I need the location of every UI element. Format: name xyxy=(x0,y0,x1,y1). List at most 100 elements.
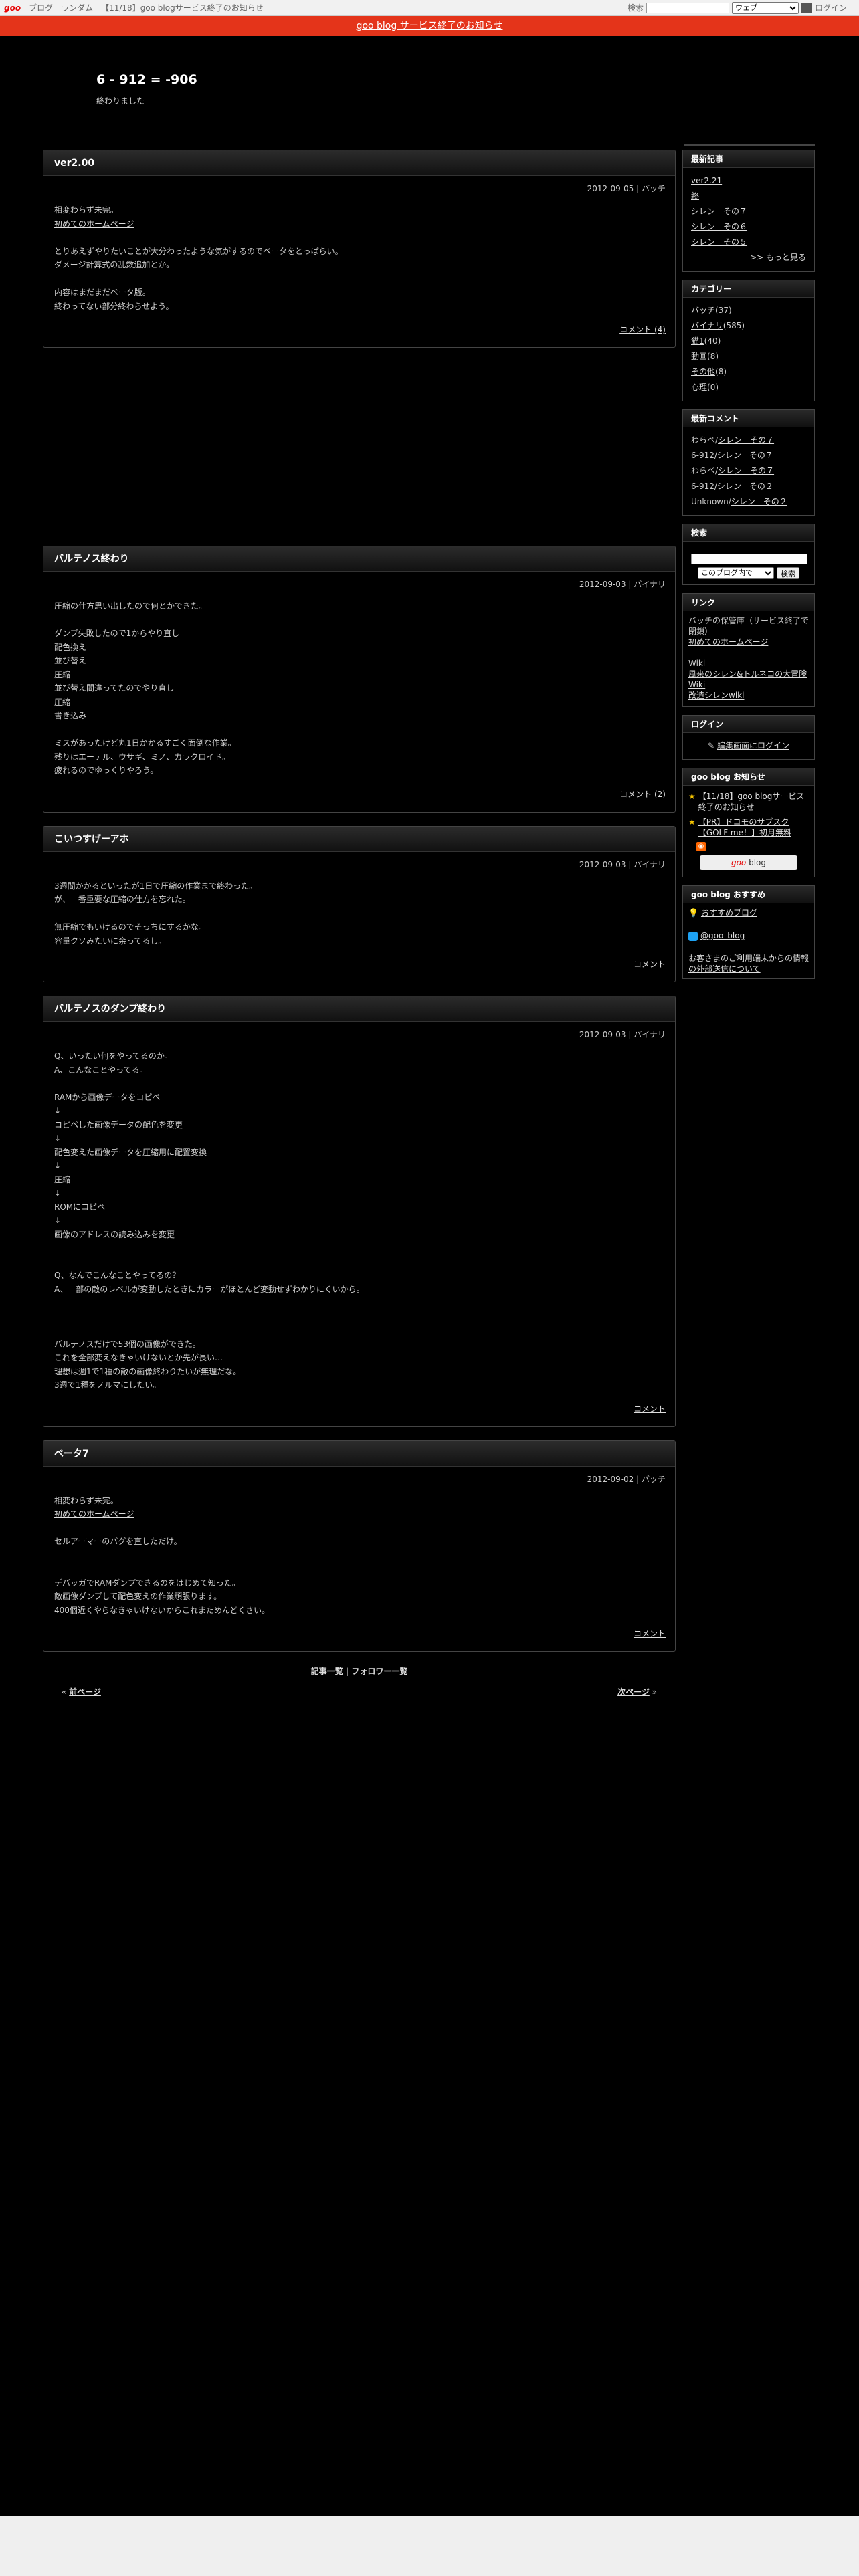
category-item: バッチ(37) xyxy=(691,303,806,318)
post-body-link[interactable]: 初めてのホームページ xyxy=(54,217,664,231)
service-end-banner: goo blog サービス終了のお知らせ xyxy=(0,16,859,36)
category-count: (0) xyxy=(707,383,719,392)
comment-link[interactable]: コメント xyxy=(634,1629,666,1638)
post-body-line: バルテノスだけで53個の画像ができた。 xyxy=(54,1339,201,1349)
link-kaizou-wiki[interactable]: 改造シレンwiki xyxy=(688,690,809,701)
recent-post-link[interactable]: シレン その６ xyxy=(691,219,806,235)
toolbar-link-blog[interactable]: ブログ xyxy=(29,2,53,13)
news-link-service-end[interactable]: 【11/18】goo blogサービス終了のお知らせ xyxy=(698,791,809,813)
sidebar-search-input[interactable] xyxy=(691,554,807,564)
blog-description: 終わりました xyxy=(96,96,145,106)
comment-link[interactable]: コメント (2) xyxy=(619,790,666,799)
post-body-line: 書き込み xyxy=(54,711,87,720)
follower-list-link[interactable]: フォロワー一覧 xyxy=(351,1667,407,1676)
post-body-line: 3週で1種をノルマにしたい。 xyxy=(54,1380,161,1390)
external-transmission-link[interactable]: お客さまのご利用端末からの情報の外部送信について xyxy=(688,954,809,974)
post-body-line: 3週間かかるといったが1日で圧縮の作業まで終わった。 xyxy=(54,881,258,891)
goo-logo[interactable]: goo xyxy=(4,3,21,13)
post-body-line xyxy=(54,1310,664,1324)
post-body: 相変わらず未完。 初めてのホームページ とりあえずやりたいことが大分わったような気が… xyxy=(43,194,675,313)
post-body-line: ↓ xyxy=(54,1216,62,1225)
service-end-link[interactable]: goo blog サービス終了のお知らせ xyxy=(357,21,503,31)
blog-post: ver2.00 2012-09-05 | バッチ 相変わらず未完。 初めてのホームペー… xyxy=(43,150,676,348)
category-link[interactable]: バイナリ xyxy=(691,321,723,330)
category-link[interactable]: その他 xyxy=(691,367,715,377)
recommend-blog-link[interactable]: おすすめブログ xyxy=(701,908,757,918)
post-body-line: ミスがあったけど丸1日かかるすごく面倒な作業。 xyxy=(54,738,236,748)
toolbar-search-input[interactable] xyxy=(646,2,729,13)
post-body-line: これを全部変えなきゃいけないとか先が長い… xyxy=(54,1353,223,1362)
category-item: 猫1(40) xyxy=(691,334,806,349)
comment-item: 6-912/シレン その７ xyxy=(691,448,806,463)
edit-login-link[interactable]: 編集画面にログイン xyxy=(717,741,789,750)
comment-author: 6-912/ xyxy=(691,451,717,460)
next-page-link[interactable]: 次ページ xyxy=(617,1687,650,1697)
category-link[interactable]: バッチ xyxy=(691,306,715,315)
post-body-line: A、一部の敵のレベルが変動したときにカラーがほとんど変動せずわかりにくいから。 xyxy=(54,1284,365,1294)
post-body-line: 無圧縮でもいけるのでそっちにするかな。 xyxy=(54,922,207,932)
post-body: 3週間かかるといったが1日で圧縮の作業まで終わった。 が、一番重要な圧縮の仕方を忘… xyxy=(43,870,675,948)
post-body-line: RAMから画像データをコピペ xyxy=(54,1092,161,1102)
link-homepage[interactable]: 初めてのホームページ xyxy=(688,637,809,647)
post-body-line: 400個近くやらなきゃいけないからこれまためんどくさい。 xyxy=(54,1605,270,1615)
search-go-icon[interactable] xyxy=(801,2,812,13)
comment-link[interactable]: コメント xyxy=(634,1404,666,1414)
categories-title: カテゴリー xyxy=(683,280,814,298)
comment-author: わらべ/ xyxy=(691,466,719,475)
post-body-link[interactable]: 初めてのホームページ xyxy=(54,1507,664,1521)
post-body-line xyxy=(54,613,664,627)
blog-header: 6 - 912 = -906 終わりました xyxy=(0,36,859,150)
category-item: 心理(0) xyxy=(691,380,806,395)
twitter-icon xyxy=(688,931,698,941)
blog-post: バルテノスのダンプ終わり 2012-09-03 | バイナリ Q、いったい何をやって… xyxy=(43,996,676,1427)
post-body-line: 並び替え xyxy=(54,656,87,665)
goo-blog-button[interactable]: goo blog xyxy=(700,855,797,870)
post-title[interactable]: こいつすげーアホ xyxy=(43,826,675,852)
blog-post: こいつすげーアホ 2012-09-03 | バイナリ 3週間かかるといったが1日で圧… xyxy=(43,825,676,982)
post-title[interactable]: ベータ7 xyxy=(43,1440,675,1467)
recent-post-link[interactable]: ver2.21 xyxy=(691,173,806,189)
links-text: バッチの保管庫（サービス終了で閉鎖） xyxy=(688,616,809,636)
category-count: (8) xyxy=(715,367,727,377)
post-title[interactable]: ver2.00 xyxy=(43,150,675,176)
search-scope-select[interactable]: このブログ内で xyxy=(698,567,774,579)
main-column: ver2.00 2012-09-05 | バッチ 相変わらず未完。 初めてのホームペー… xyxy=(43,150,676,1697)
post-meta: 2012-09-02 | バッチ xyxy=(587,1474,666,1484)
blog-title[interactable]: 6 - 912 = -906 xyxy=(96,72,197,87)
comment-link[interactable]: コメント xyxy=(634,960,666,969)
comment-post-link[interactable]: シレン その７ xyxy=(718,466,774,475)
post-title[interactable]: バルテノスのダンプ終わり xyxy=(43,996,675,1022)
comment-post-link[interactable]: シレン その７ xyxy=(718,435,774,445)
comment-post-link[interactable]: シレン その７ xyxy=(717,451,773,460)
post-body-line: 内容はまだまだベータ版。 xyxy=(54,288,151,297)
post-body-line: A、こんなことやってる。 xyxy=(54,1065,148,1075)
toolbar-link-random[interactable]: ランダム xyxy=(61,2,93,13)
rss-icon[interactable]: ◉ xyxy=(696,842,706,851)
comment-link[interactable]: コメント (4) xyxy=(619,325,666,334)
toolbar-search-select[interactable]: ウェブ xyxy=(731,1,799,14)
category-count: (40) xyxy=(704,336,721,346)
category-link[interactable]: 猫1 xyxy=(691,336,704,346)
comment-post-link[interactable]: シレン その２ xyxy=(731,497,787,506)
article-list-link[interactable]: 記事一覧 xyxy=(311,1667,343,1676)
sidebar-search-button[interactable]: 検索 xyxy=(777,567,799,579)
comment-author: 6-912/ xyxy=(691,481,717,491)
toolbar-login-link[interactable]: ログイン xyxy=(815,2,847,13)
post-body-line: 圧縮の仕方思い出したので何とかできた。 xyxy=(54,601,207,611)
recent-post-link[interactable]: シレン その５ xyxy=(691,235,806,250)
pencil-icon: ✎ xyxy=(708,741,715,750)
goo-blog-twitter-link[interactable]: @goo_blog xyxy=(700,931,745,940)
more-posts-link[interactable]: >> もっと見る xyxy=(750,253,806,262)
prev-page-link[interactable]: 前ページ xyxy=(69,1687,101,1697)
category-link[interactable]: 心理 xyxy=(691,383,707,392)
post-body-line: 並び替え間違ってたのでやり直し xyxy=(54,683,175,693)
category-link[interactable]: 動画 xyxy=(691,352,707,361)
post-title[interactable]: バルテノス終わり xyxy=(43,546,675,572)
toolbar-link-notice[interactable]: 【11/18】goo blogサービス終了のお知らせ xyxy=(101,2,263,13)
recent-post-link[interactable]: シレン その７ xyxy=(691,204,806,219)
news-link-golf[interactable]: 【PR】ドコモのサブスク【GOLF me！】初月無料 xyxy=(698,817,809,838)
link-shiren-wiki[interactable]: 風来のシレン&トルネコの大冒険 Wiki xyxy=(688,669,809,690)
recent-post-link[interactable]: 終 xyxy=(691,189,806,204)
comment-post-link[interactable]: シレン その２ xyxy=(717,481,773,491)
post-body-line: 配色変えた画像データを圧縮用に配置変換 xyxy=(54,1147,207,1157)
